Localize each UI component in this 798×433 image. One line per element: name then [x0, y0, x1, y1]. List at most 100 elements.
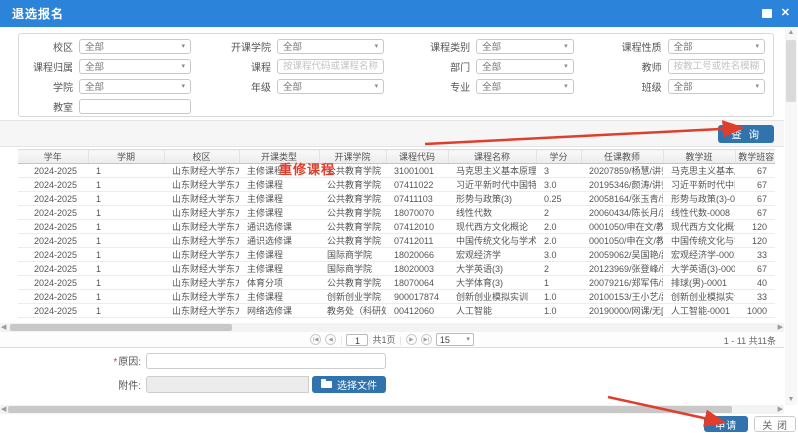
scroll-left-icon[interactable]: ◀ [1, 323, 6, 332]
cell: 1 [88, 178, 164, 192]
cell: 1 [88, 304, 164, 318]
course-category-select[interactable]: 全部▾ [476, 39, 573, 54]
cell: 大学体育(3) [448, 276, 536, 290]
table-row[interactable]: 2024-20251山东财经大学东方学院主修课程公共教育学院07411103形势… [18, 192, 775, 206]
chevron-down-icon: ▾ [466, 336, 470, 343]
table-header-row: 学年学期校区开课类型开课学院课程代码课程名称学分任课教师教学班教学班容 [18, 150, 775, 164]
grade-select[interactable]: 全部▾ [277, 79, 384, 94]
cell: 公共教育学院 [319, 178, 386, 192]
campus-select[interactable]: 全部▾ [79, 39, 191, 54]
table-row[interactable]: 2024-20251山东财经大学东方学院主修课程国际商学院18020003大学英… [18, 262, 775, 276]
vertical-scrollbar[interactable]: ▲ ▼ [785, 28, 797, 405]
page-size-select[interactable]: 15 ▾ [436, 333, 474, 346]
table-horizontal-scrollbar[interactable]: ◀ ▶ [0, 323, 784, 332]
scrollbar-thumb[interactable] [786, 40, 796, 102]
teacher-label: 教师 [580, 59, 662, 74]
chevron-down-icon: ▾ [564, 83, 568, 90]
cell: 宏观经济学-0001 [663, 248, 735, 262]
table-row[interactable]: 2024-20251山东财经大学东方学院通识选修课公共教育学院07412010现… [18, 220, 775, 234]
table-row[interactable]: 2024-20251山东财经大学东方学院主修课程国际商学院18020066宏观经… [18, 248, 775, 262]
cell: 现代西方文化概论 [448, 220, 536, 234]
chevron-down-icon: ▾ [375, 43, 379, 50]
course-nature-select[interactable]: 全部▾ [668, 39, 765, 54]
scrollbar-thumb[interactable] [8, 406, 732, 413]
reason-label-text: 原因: [118, 357, 141, 368]
cell: 公共教育学院 [319, 192, 386, 206]
cell: 形势与政策(3) [448, 192, 536, 206]
close-button[interactable]: 关 闭 [754, 416, 796, 432]
cell: 现代西方文化概论-0002 [663, 220, 735, 234]
query-button[interactable]: 查 询 [718, 125, 774, 143]
scroll-left-icon[interactable]: ◀ [1, 405, 6, 414]
cell: 2024-2025 [18, 220, 88, 234]
bottom-horizontal-scrollbar[interactable]: ◀ ▶ [0, 405, 784, 414]
cell: 公共教育学院 [319, 276, 386, 290]
course-input[interactable] [277, 59, 384, 74]
department-select[interactable]: 全部▾ [476, 59, 573, 74]
cell: 山东财经大学东方学院 [164, 290, 239, 304]
cell: 67 [735, 178, 775, 192]
scroll-right-icon[interactable]: ▶ [778, 405, 783, 414]
cell: 2024-2025 [18, 192, 88, 206]
cell: 大学英语(3) [448, 262, 536, 276]
table-row[interactable]: 2024-20251山东财经大学东方学院体育分项公共教育学院18070064大学… [18, 276, 775, 290]
cell: 2024-2025 [18, 164, 88, 178]
teacher-input[interactable] [668, 59, 765, 74]
maximize-icon[interactable] [762, 9, 772, 18]
cell: 山东财经大学东方学院 [164, 262, 239, 276]
record-count-label: 1 - 11 共11条 [724, 334, 776, 347]
cell: 07412010 [386, 220, 448, 234]
cell: 2024-2025 [18, 206, 88, 220]
table-row[interactable]: 2024-20251山东财经大学东方学院主修课程创新创业学院900017874创… [18, 290, 775, 304]
scroll-up-icon[interactable]: ▲ [785, 28, 797, 38]
scroll-down-icon[interactable]: ▼ [785, 395, 797, 405]
cell: 20123969/张登峰/讲师[国 [581, 262, 663, 276]
last-page-button[interactable]: ▶| [421, 334, 432, 345]
scrollbar-thumb[interactable] [10, 324, 232, 331]
major-label: 专业 [390, 79, 470, 94]
footer-actions: 申请 关 闭 [704, 416, 796, 432]
chevron-down-icon: ▾ [182, 43, 186, 50]
course-affiliation-select[interactable]: 全部▾ [79, 59, 191, 74]
cell: 国际商学院 [319, 248, 386, 262]
chevron-down-icon: ▾ [182, 83, 186, 90]
cell: 07411103 [386, 192, 448, 206]
cell: 18020003 [386, 262, 448, 276]
cell: 120 [735, 234, 775, 248]
apply-button[interactable]: 申请 [704, 416, 748, 432]
first-page-button[interactable]: |◀ [310, 334, 321, 345]
page-number-input[interactable]: 1 [346, 334, 368, 346]
next-page-button[interactable]: ▶ [406, 334, 417, 345]
table-row[interactable]: 2024-20251山东财经大学东方学院通识选修课公共教育学院07412011中… [18, 234, 775, 248]
cell: 线性代数 [448, 206, 536, 220]
chevron-down-icon: ▾ [182, 63, 186, 70]
offering-college-select[interactable]: 全部▾ [277, 39, 384, 54]
cell: 1 [88, 192, 164, 206]
cell: 2 [536, 262, 581, 276]
close-icon[interactable]: ✕ [781, 8, 790, 19]
reason-input[interactable] [146, 353, 386, 369]
table-row[interactable]: 2024-20251山东财经大学东方学院主修课程公共教育学院31001001马克… [18, 164, 775, 178]
cell: 体育分项 [239, 276, 319, 290]
cell: 1.0 [536, 290, 581, 304]
major-select[interactable]: 全部▾ [476, 79, 573, 94]
college-select[interactable]: 全部▾ [79, 79, 191, 94]
cell: 人工智能-0001 [663, 304, 735, 318]
cell: 2.0 [536, 220, 581, 234]
course-table: 学年学期校区开课类型开课学院课程代码课程名称学分任课教师教学班教学班容 2024… [18, 149, 775, 318]
choose-file-button[interactable]: 选择文件 [312, 376, 386, 393]
table-row[interactable]: 2024-20251山东财经大学东方学院主修课程公共教育学院07411022习近… [18, 178, 775, 192]
cell: 山东财经大学东方学院 [164, 192, 239, 206]
scroll-right-icon[interactable]: ▶ [778, 323, 783, 332]
class-select[interactable]: 全部▾ [668, 79, 765, 94]
cell: 3.0 [536, 248, 581, 262]
prev-page-button[interactable]: ◀ [325, 334, 336, 345]
cell: 通识选修课 [239, 234, 319, 248]
cell: 大学英语(3)-0005 [663, 262, 735, 276]
reason-label: *原因: [0, 353, 146, 368]
table-row[interactable]: 2024-20251山东财经大学东方学院主修课程公共教育学院18070070线性… [18, 206, 775, 220]
classroom-input[interactable] [79, 99, 191, 114]
cell: 教务处（科研处） [319, 304, 386, 318]
table-row[interactable]: 2024-20251山东财经大学东方学院网络选修课教务处（科研处）0041206… [18, 304, 775, 318]
cell: 00412060 [386, 304, 448, 318]
